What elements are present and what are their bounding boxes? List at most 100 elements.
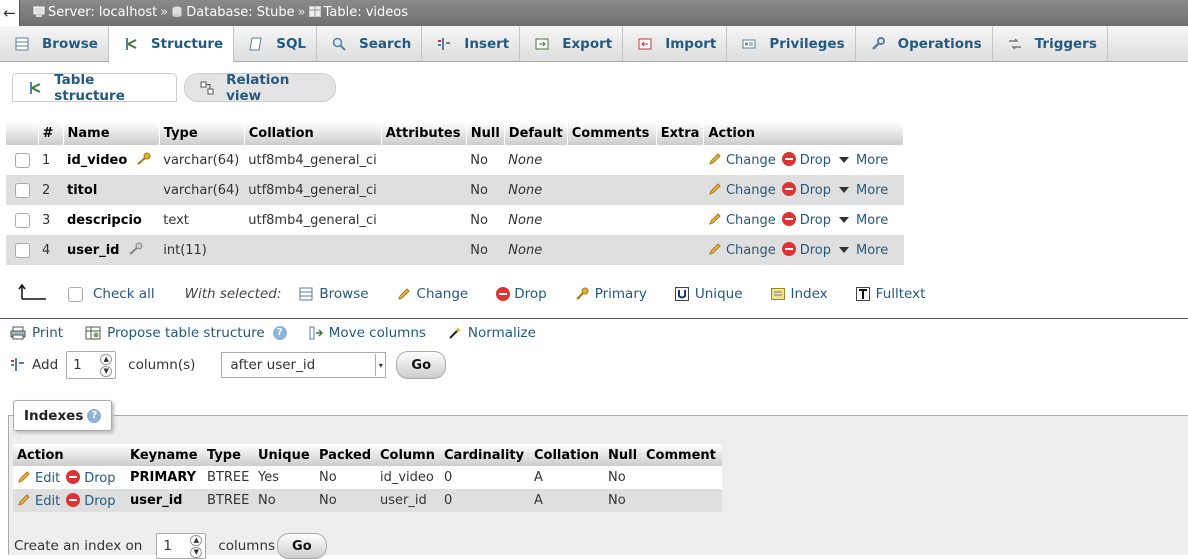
field-type: varchar(64)	[159, 175, 245, 205]
relation-icon	[199, 80, 214, 96]
breadcrumb-database[interactable]: Database: Stube	[186, 5, 294, 20]
bulk-primary-button[interactable]: Primary	[575, 286, 647, 302]
change-column-button[interactable]: Change	[708, 213, 776, 228]
column-header[interactable]: Extra	[656, 122, 705, 145]
bulk-fulltext-button[interactable]: Fulltext	[855, 286, 925, 302]
check-all-link[interactable]: Check all	[93, 286, 155, 302]
row-checkbox-cell	[6, 175, 38, 205]
bulk-drop-button[interactable]: Drop	[496, 286, 547, 302]
breadcrumb-server[interactable]: Server: localhost	[48, 5, 157, 20]
propose-table-structure-button[interactable]: Propose table structure?	[85, 325, 287, 341]
column-header[interactable]: Null	[466, 122, 505, 145]
indexes-legend[interactable]: Indexes ?	[13, 400, 113, 431]
tab-search[interactable]: Search	[317, 26, 423, 61]
more-actions-button[interactable]: More	[837, 183, 888, 198]
create-index-go-button[interactable]: Go	[277, 533, 327, 559]
move-columns-icon	[309, 326, 323, 340]
drop-index-button[interactable]: Drop	[66, 492, 115, 509]
bulk-unique-button[interactable]: Unique	[674, 286, 743, 302]
stepper-down-icon[interactable]: ▼	[190, 546, 203, 558]
row-checkbox[interactable]	[14, 182, 30, 198]
column-header: Action	[703, 122, 904, 145]
tab-triggers[interactable]: Triggers	[993, 26, 1108, 61]
edit-index-button[interactable]: Edit	[17, 494, 60, 509]
drop-label: Drop	[84, 470, 116, 486]
column-position-select[interactable]: after user_id ▾	[221, 352, 387, 378]
help-icon[interactable]: ?	[272, 326, 287, 340]
move-columns-button[interactable]: Move columns	[309, 325, 426, 341]
column-header[interactable]: Comments	[567, 122, 657, 145]
row-checkbox[interactable]	[14, 212, 30, 228]
table-header-row: # Name Type Collation Attributes Null De…	[6, 122, 904, 145]
normalize-button[interactable]: Normalize	[448, 325, 536, 341]
column-header[interactable]: Collation	[244, 122, 382, 145]
change-column-button[interactable]: Change	[708, 183, 776, 198]
drop-column-button[interactable]: Drop	[781, 242, 831, 258]
more-actions-button[interactable]: More	[837, 213, 888, 228]
change-column-button[interactable]: Change	[708, 153, 776, 168]
drop-index-button[interactable]: Drop	[66, 469, 116, 486]
print-button[interactable]: Print	[10, 325, 63, 341]
subtab-table-structure[interactable]: Table structure	[12, 72, 177, 104]
propose-label: Propose table structure	[107, 325, 265, 341]
top-navigation-bar: ← Server: localhost» Database: Stube» Tabl…	[0, 0, 1188, 26]
browse-icon	[299, 287, 313, 301]
tab-structure[interactable]: Structure	[108, 26, 235, 62]
tab-label: Structure	[150, 36, 224, 52]
key-icon	[575, 287, 589, 300]
column-header[interactable]: Attributes	[381, 122, 467, 145]
index-column-count-stepper[interactable]: 1 ▲ ▼	[156, 533, 207, 559]
tab-operations[interactable]: Operations	[856, 26, 993, 61]
drop-column-button[interactable]: Drop	[781, 182, 831, 198]
change-column-button[interactable]: Change	[708, 243, 776, 258]
column-header: Action	[13, 444, 126, 466]
with-selected-label: With selected:	[184, 286, 282, 302]
back-arrow-icon[interactable]: ←	[0, 0, 20, 26]
column-header[interactable]: Name	[63, 122, 160, 145]
indexes-table: Action Keyname Type Unique Packed Column…	[13, 444, 722, 512]
field-actions: Change Drop More	[703, 205, 904, 235]
tab-sql[interactable]: SQL	[234, 26, 318, 61]
bulk-index-button[interactable]: Index	[770, 286, 828, 302]
more-actions-button[interactable]: More	[837, 153, 888, 168]
drop-column-button[interactable]: Drop	[781, 212, 831, 228]
table-icon	[308, 6, 321, 17]
column-header[interactable]: Type	[159, 122, 245, 145]
column-header: #	[38, 122, 64, 145]
field-extra	[656, 235, 704, 265]
column-header: Column	[376, 444, 440, 466]
edit-index-button[interactable]: Edit	[17, 471, 60, 486]
field-name-cell: titol	[63, 175, 160, 205]
field-name: user_id	[67, 243, 120, 258]
add-column-go-button[interactable]: Go	[396, 351, 447, 379]
breadcrumb-table[interactable]: Table: videos	[324, 5, 408, 20]
printer-icon	[10, 326, 26, 340]
column-count-stepper[interactable]: 1 ▲ ▼	[66, 351, 117, 379]
bulk-change-button[interactable]: Change	[397, 286, 468, 302]
subtab-relation-view[interactable]: Relation view	[184, 72, 336, 104]
tab-import[interactable]: Import	[623, 26, 728, 61]
sql-icon	[248, 36, 264, 52]
stepper-up-icon[interactable]: ▲	[100, 353, 113, 365]
help-icon[interactable]: ?	[87, 408, 102, 423]
field-default: None	[504, 235, 568, 265]
tab-browse[interactable]: Browse	[0, 26, 109, 61]
tab-privileges[interactable]: Privileges	[727, 26, 856, 61]
stepper-up-icon[interactable]: ▲	[190, 534, 203, 546]
tab-export[interactable]: Export	[520, 26, 624, 61]
field-null: No	[466, 145, 505, 175]
bulk-browse-button[interactable]: Browse	[299, 286, 369, 302]
column-position-value: after user_id	[230, 357, 316, 373]
row-checkbox[interactable]	[14, 152, 30, 168]
row-checkbox[interactable]	[14, 242, 30, 258]
more-actions-button[interactable]: More	[837, 243, 888, 258]
index-keyname: PRIMARY	[126, 466, 203, 489]
column-header: Keyname	[126, 444, 203, 466]
stepper-down-icon[interactable]: ▼	[100, 365, 113, 377]
column-header[interactable]: Default	[504, 122, 568, 145]
index-null: No	[604, 489, 642, 512]
drop-column-button[interactable]: Drop	[781, 152, 831, 168]
tab-insert[interactable]: Insert	[422, 26, 521, 61]
breadcrumb-separator: »	[297, 5, 306, 20]
check-all-checkbox[interactable]	[68, 286, 83, 302]
